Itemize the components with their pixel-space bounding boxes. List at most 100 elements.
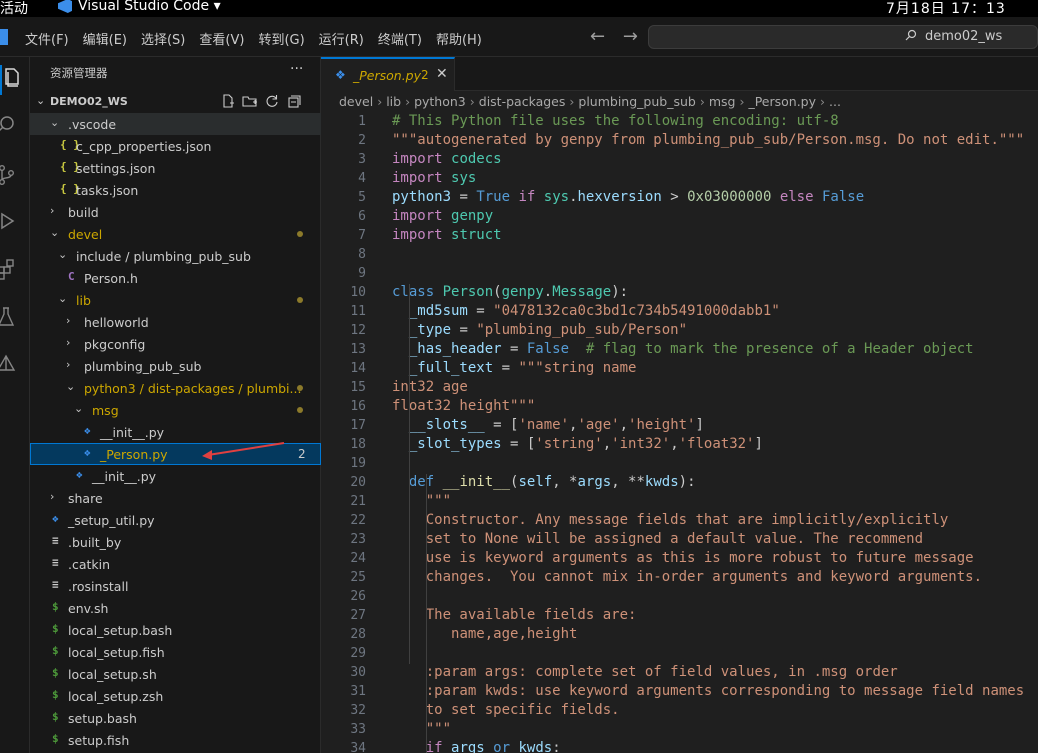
breadcrumb-item[interactable]: devel xyxy=(339,94,373,109)
breadcrumb-item[interactable]: msg xyxy=(709,94,736,109)
tree-folder[interactable]: ⌄ python3 / dist-packages / plumbi... xyxy=(30,377,321,399)
extensions-icon[interactable] xyxy=(0,257,18,281)
tree-file[interactable]: $ env.sh xyxy=(30,597,321,619)
tree-folder[interactable]: › pkgconfig xyxy=(30,333,321,355)
code-line: 18 _slot_types = ['string','int32','floa… xyxy=(321,436,1038,455)
app-menu[interactable]: Visual Studio Code ▾ xyxy=(58,0,221,14)
tree-item-label: setup.bash xyxy=(68,711,137,726)
code-editor[interactable]: 1 # This Python file uses the following e… xyxy=(321,113,1038,753)
back-arrow-icon[interactable]: ← xyxy=(590,26,605,47)
tree-file[interactable]: ❖ __init__.py xyxy=(30,421,321,443)
code-text: The available fields are: xyxy=(425,607,637,623)
tree-folder[interactable]: › share xyxy=(30,487,321,509)
breadcrumb-separator-icon: › xyxy=(739,94,745,109)
line-number: 25 xyxy=(350,570,366,585)
code-text: if args or kwds: xyxy=(425,740,561,753)
explorer-icon[interactable] xyxy=(0,66,24,90)
breadcrumb-item[interactable]: plumbing_pub_sub xyxy=(578,94,695,109)
tree-file[interactable]: ≡ .built_by xyxy=(30,531,321,553)
command-center-search[interactable]: demo02_ws xyxy=(648,25,1038,49)
search-view-icon[interactable] xyxy=(0,113,18,137)
modified-dot xyxy=(297,297,303,303)
tree-file[interactable]: { } c_cpp_properties.json xyxy=(30,135,321,157)
new-folder-icon[interactable] xyxy=(242,93,258,109)
menu-edit[interactable]: 编辑(E) xyxy=(83,29,127,48)
code-text: class Person(genpy.Message): xyxy=(392,284,629,300)
tree-file[interactable]: $ local_setup.zsh xyxy=(30,685,321,707)
workspace-header[interactable]: ⌄ DEMO02_WS xyxy=(30,91,321,113)
os-top-bar: 活动 Visual Studio Code ▾ 7月18日 17：13 xyxy=(0,0,1038,17)
line-number: 11 xyxy=(350,304,366,319)
refresh-icon[interactable] xyxy=(264,93,280,109)
tree-file[interactable]: ≡ .catkin xyxy=(30,553,321,575)
breadcrumb-item[interactable]: _Person.py xyxy=(748,94,816,109)
tree-folder[interactable]: ⌄ devel xyxy=(30,223,321,245)
tree-folder[interactable]: › helloworld xyxy=(30,311,321,333)
tree-folder[interactable]: ⌄ lib xyxy=(30,289,321,311)
code-text: float32 height""" xyxy=(392,398,536,414)
menu-help[interactable]: 帮助(H) xyxy=(436,29,482,48)
editor-tab-bar: ❖ _Person.py 2 ✕ xyxy=(321,57,1038,91)
menu-file[interactable]: 文件(F) xyxy=(25,29,69,48)
code-line: 28 name,age,height xyxy=(321,626,1038,645)
menu-run[interactable]: 运行(R) xyxy=(319,29,364,48)
menu-terminal[interactable]: 终端(T) xyxy=(378,29,422,48)
tree-file[interactable]: $ local_setup.bash xyxy=(30,619,321,641)
close-icon[interactable]: ✕ xyxy=(436,66,448,82)
tree-file[interactable]: ❖ _setup_util.py xyxy=(30,509,321,531)
tree-folder[interactable]: ⌄ .vscode xyxy=(30,113,321,135)
tree-file[interactable]: ❖ __init__.py xyxy=(30,465,321,487)
tree-file[interactable]: { } tasks.json xyxy=(30,179,321,201)
breadcrumb-item[interactable]: dist-packages xyxy=(479,94,566,109)
tree-file[interactable]: $ setup.fish xyxy=(30,729,321,751)
breadcrumb-item[interactable]: python3 xyxy=(414,94,466,109)
code-text: :param kwds: use keyword arguments corre… xyxy=(425,683,1025,699)
forward-arrow-icon[interactable]: → xyxy=(623,26,638,47)
tree-item-label: python3 / dist-packages / plumbi... xyxy=(84,381,302,396)
line-number: 6 xyxy=(358,209,366,224)
breadcrumb-item[interactable]: ... xyxy=(829,94,841,109)
code-line: 6 import genpy xyxy=(321,208,1038,227)
tree-folder[interactable]: ⌄ include / plumbing_pub_sub xyxy=(30,245,321,267)
chevron-down-icon: ⌄ xyxy=(50,226,60,239)
tree-file[interactable]: { } settings.json xyxy=(30,157,321,179)
tree-file[interactable]: $ local_setup.sh xyxy=(30,663,321,685)
menu-selection[interactable]: 选择(S) xyxy=(141,29,185,48)
line-number: 15 xyxy=(350,380,366,395)
breadcrumb-separator-icon: › xyxy=(469,94,475,109)
code-line: 33 """ xyxy=(321,721,1038,740)
code-text: import sys xyxy=(392,170,477,186)
tree-folder[interactable]: › build xyxy=(30,201,321,223)
menu-view[interactable]: 查看(V) xyxy=(199,29,244,48)
collapse-all-icon[interactable] xyxy=(286,93,302,109)
menu-go[interactable]: 转到(G) xyxy=(258,29,304,48)
text-file-icon: ≡ xyxy=(52,534,59,547)
more-actions-icon[interactable]: ··· xyxy=(290,61,303,77)
source-control-icon[interactable] xyxy=(0,163,18,187)
breadcrumb-item[interactable]: lib xyxy=(386,94,401,109)
line-number: 13 xyxy=(350,342,366,357)
code-text: def __init__(self, *args, **kwds): xyxy=(408,474,696,490)
line-number: 21 xyxy=(350,494,366,509)
tree-folder[interactable]: ⌄ msg xyxy=(30,399,321,421)
chevron-down-icon: ⌄ xyxy=(66,380,76,393)
tree-folder[interactable]: › plumbing_pub_sub xyxy=(30,355,321,377)
new-file-icon[interactable] xyxy=(220,93,236,109)
line-number: 29 xyxy=(350,646,366,661)
run-debug-icon[interactable] xyxy=(0,209,18,233)
code-text: __slots__ = ['name','age','height'] xyxy=(408,417,704,433)
tree-file[interactable]: $ setup.bash xyxy=(30,707,321,729)
ros-icon[interactable] xyxy=(0,353,18,377)
line-number: 28 xyxy=(350,627,366,642)
indent-guide xyxy=(426,474,427,753)
tree-file[interactable]: ≡ .rosinstall xyxy=(30,575,321,597)
tree-file[interactable]: C Person.h xyxy=(30,267,321,289)
tree-item-label: include / plumbing_pub_sub xyxy=(76,249,251,264)
tree-item-label: .rosinstall xyxy=(68,579,129,594)
activities-button[interactable]: 活动 xyxy=(0,0,28,18)
clock[interactable]: 7月18日 17：13 xyxy=(886,0,1006,18)
explorer-title: 资源管理器 xyxy=(50,66,108,80)
testing-flask-icon[interactable] xyxy=(0,305,18,329)
tree-file[interactable]: $ local_setup.fish xyxy=(30,641,321,663)
tab-person-py[interactable]: ❖ _Person.py 2 ✕ xyxy=(321,57,455,91)
